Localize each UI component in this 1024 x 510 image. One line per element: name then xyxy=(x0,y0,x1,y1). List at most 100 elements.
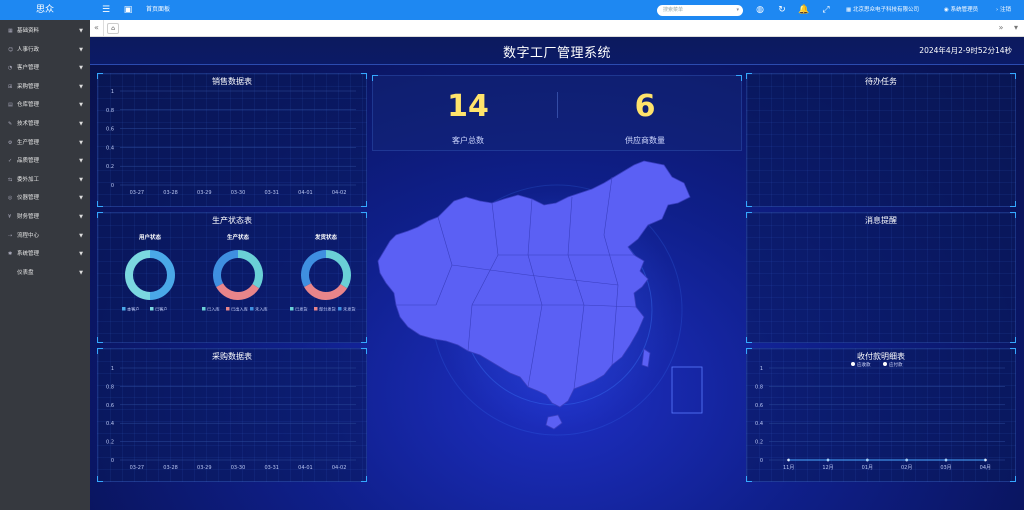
legend-swatch xyxy=(250,307,254,311)
chevron-down-icon: ▼ xyxy=(79,176,83,183)
sidebar-item-label: 品质管理 xyxy=(17,158,40,165)
sidebar-item-label: 仪表盘 xyxy=(17,269,34,276)
messages-title: 消息提醒 xyxy=(865,216,897,225)
home-tab[interactable]: ⌂ xyxy=(107,23,119,34)
sidebar-item[interactable]: ◎ 仪器管理 ▼ xyxy=(0,189,90,208)
bell-icon[interactable]: 🔔 xyxy=(798,4,810,16)
sidebar-item[interactable]: ▤ 仓库管理 ▼ xyxy=(0,96,90,115)
purchase-chart: 1 0.8 0.6 0.4 0.2 0 03-27 03-28 03-29 03-30 03-31 0… xyxy=(106,366,356,471)
top-bar: 思众 ☰ ▣ 首页面板 搜索菜单 ▾ ◍ ↻ 🔔 ⤢ ▦ 北京思众电子科技有限公… xyxy=(0,0,1024,20)
search-placeholder: 搜索菜单 xyxy=(663,7,684,13)
y-tick-label: 0.6 xyxy=(755,403,763,409)
home-icon: ⌂ xyxy=(111,25,115,32)
chevron-down-icon: ▼ xyxy=(79,28,83,34)
legend-swatch xyxy=(122,307,126,311)
company-selector[interactable]: ▦ 北京思众电子科技有限公司 xyxy=(846,0,919,20)
chevron-down-icon: ▼ xyxy=(79,232,83,239)
purchase-panel: 采购数据表 1 0.8 0.6 0.4 0.2 0 03-27 03-28 03-29 03-30… xyxy=(97,348,367,482)
y-tick-label: 0.2 xyxy=(106,164,114,170)
y-tick-label: 0 xyxy=(111,458,114,464)
sidebar-item[interactable]: ⊞ 采购管理 ▼ xyxy=(0,78,90,97)
legend-marker xyxy=(883,362,887,366)
legend-swatch xyxy=(338,307,342,311)
sidebar-item[interactable]: 仪表盘 ▼ xyxy=(0,264,90,283)
sidebar-item[interactable]: ¥ 财务管理 ▼ xyxy=(0,208,90,227)
legend-swatch xyxy=(314,307,318,311)
fullscreen-icon[interactable]: ⤢ xyxy=(820,4,832,16)
chevron-down-icon: ▼ xyxy=(79,120,83,127)
chevron-down-icon: ▼ xyxy=(79,65,83,72)
brand-logo[interactable]: 思众 xyxy=(0,0,90,20)
ring-segment xyxy=(149,250,175,300)
cart-icon: ⊞ xyxy=(8,83,13,90)
legend-swatch xyxy=(150,307,154,311)
chevron-down-icon: ▼ xyxy=(79,46,83,53)
tab-bar: « ⌂ » ▾ xyxy=(90,20,1024,37)
x-tick-label: 12月 xyxy=(822,465,833,471)
sidebar-item-label: 人事行政 xyxy=(17,46,40,53)
y-tick-label: 0 xyxy=(760,458,763,464)
legend-label: 部分发货 xyxy=(319,306,336,313)
menu-search-input[interactable]: 搜索菜单 ▾ xyxy=(657,5,743,16)
y-tick-label: 0.4 xyxy=(106,145,114,151)
dashboard-header: 数字工厂管理系统 2024年4月2-9时52分14秒 xyxy=(90,37,1024,65)
chevron-down-icon: ▾ xyxy=(736,7,739,13)
messages-panel: 消息提醒 xyxy=(746,212,1016,343)
china-map xyxy=(377,160,703,436)
outsource-icon: ⇆ xyxy=(8,176,13,183)
user-menu[interactable]: ◉ 系统管理员 xyxy=(944,0,978,20)
grid-icon: ▦ xyxy=(8,28,13,34)
sidebar-item[interactable]: ✱ 系统管理 ▼ xyxy=(0,245,90,264)
sales-chart: 1 0.8 0.6 0.4 0.2 0 03-27 03-28 03-29 03-30 03-31 0… xyxy=(106,89,356,196)
dashboard: 数字工厂管理系统 2024年4月2-9时52分14秒 销售数据表 1 0.8 0.6… xyxy=(90,37,1024,510)
x-tick-label: 04-01 xyxy=(298,190,313,196)
x-tick-label: 04月 xyxy=(980,465,991,471)
sidebar-item-label: 系统管理 xyxy=(17,251,40,258)
supplier-count-label: 供应商数量 xyxy=(625,136,665,145)
sidebar: ▦ 基础资料 ▼ ☺ 人事行政 ▼ ◔ 客户管理 ▼ ⊞ 采购管理 ▼ ▤ 仓库管理 ▼ ✎ 技术管理 ▼ ⚙ 生产管… xyxy=(0,20,90,510)
sidebar-item[interactable]: ✎ 技术管理 ▼ xyxy=(0,115,90,134)
stats-divider xyxy=(557,92,558,118)
home-panel-link[interactable]: 首页面板 xyxy=(146,0,170,20)
sidebar-item-label: 技术管理 xyxy=(17,120,40,127)
sidebar-item-label: 采购管理 xyxy=(17,83,40,90)
sidebar-item[interactable]: ⇢ 流程中心 ▼ xyxy=(0,227,90,246)
x-tick-label: 03-28 xyxy=(163,465,178,471)
x-tick-label: 03-28 xyxy=(163,190,178,196)
legend-label: 未入库 xyxy=(255,306,268,313)
home-icon[interactable]: ▣ xyxy=(122,4,134,16)
chevron-down-icon: ▼ xyxy=(79,102,83,109)
x-tick-label: 03-29 xyxy=(197,190,212,196)
x-tick-label: 04-01 xyxy=(298,465,313,471)
tab-scroll-right-button[interactable]: » xyxy=(994,20,1008,36)
sidebar-item[interactable]: ☺ 人事行政 ▼ xyxy=(0,41,90,60)
y-tick-label: 0.6 xyxy=(106,403,114,409)
x-tick-label: 03月 xyxy=(940,465,951,471)
y-tick-label: 0.8 xyxy=(106,108,114,114)
refresh-icon[interactable]: ↻ xyxy=(776,4,788,16)
ring-segment xyxy=(304,282,348,300)
logout-button[interactable]: › 注销 xyxy=(996,0,1011,20)
sidebar-item-label: 流程中心 xyxy=(17,232,40,239)
sidebar-item[interactable]: ⇆ 委外加工 ▼ xyxy=(0,171,90,190)
legend-label: 未发货 xyxy=(343,306,356,313)
legend-swatch xyxy=(202,307,206,311)
chevron-down-icon: ▼ xyxy=(79,195,83,202)
chevron-down-icon: ▼ xyxy=(79,139,83,146)
x-tick-label: 03-30 xyxy=(231,465,246,471)
sales-panel: 销售数据表 1 0.8 0.6 0.4 0.2 0 03-27 03-28 03-29 03-30… xyxy=(97,73,367,207)
tab-scroll-left-button[interactable]: « xyxy=(90,20,104,36)
ring-segment xyxy=(237,250,263,289)
sidebar-item[interactable]: ⚙ 生产管理 ▼ xyxy=(0,134,90,153)
sidebar-item-label: 仓库管理 xyxy=(17,102,40,109)
theme-icon[interactable]: ◍ xyxy=(754,4,766,16)
x-tick-label: 11月 xyxy=(783,465,794,471)
menu-toggle-icon[interactable]: ☰ xyxy=(100,4,112,16)
x-tick-label: 03-27 xyxy=(130,465,145,471)
sidebar-item[interactable]: ✓ 品质管理 ▼ xyxy=(0,152,90,171)
sidebar-item[interactable]: ▦ 基础资料 ▼ xyxy=(0,22,90,41)
tab-menu-icon[interactable]: ▾ xyxy=(1010,20,1022,36)
x-tick-label: 03-29 xyxy=(197,465,212,471)
people-icon: ☺ xyxy=(8,46,14,53)
sidebar-item[interactable]: ◔ 客户管理 ▼ xyxy=(0,59,90,78)
